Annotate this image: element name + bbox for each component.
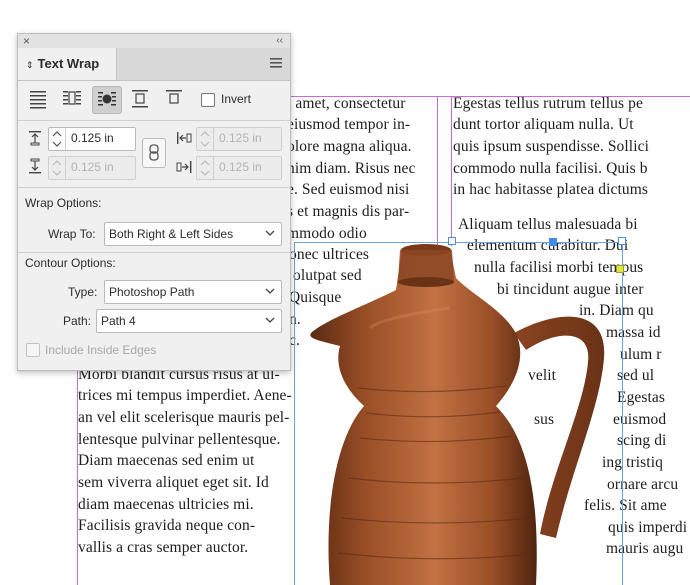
wrap-options-heading: Wrap Options: — [25, 196, 102, 210]
text-line: an vel elit scelerisque mauris pel- — [78, 409, 290, 426]
panel-title: Text Wrap — [37, 56, 100, 71]
jump-object-icon — [132, 90, 148, 108]
tab-text-wrap[interactable]: ⇕ Text Wrap — [18, 48, 117, 80]
text-line: Diam maecenas sed enim ut — [78, 452, 255, 469]
text-line: nim diam. Risus nec — [287, 160, 416, 177]
chevron-down-icon — [265, 317, 275, 323]
path-label: Path: — [63, 314, 92, 328]
text-line: diam maecenas ultricies mi. — [78, 496, 254, 513]
type-label: Type: — [68, 285, 98, 299]
top-offset-value: 0.125 in — [71, 131, 114, 145]
text-line: e. Sed euismod nisi — [287, 181, 410, 198]
wrap-object-shape-icon — [98, 92, 116, 106]
bottom-offset-field[interactable]: 0.125 in — [48, 156, 136, 180]
text-line: commodo nulla facilisi. Quis b — [453, 160, 648, 177]
include-inside-edges-checkbox[interactable] — [26, 343, 40, 357]
wrap-mode-buttons: Invert — [24, 86, 284, 114]
collapse-icon[interactable]: ‹‹ — [276, 34, 283, 48]
stepper-chevrons-icon — [52, 160, 62, 176]
top-offset-field[interactable]: 0.125 in — [48, 127, 136, 151]
text-line: s et magnis dis par- — [287, 203, 410, 220]
wrap-to-label: Wrap To: — [48, 227, 96, 241]
invert-checkbox[interactable] — [201, 93, 215, 107]
no-wrap-button[interactable] — [24, 86, 52, 112]
jug-image — [310, 244, 605, 585]
text-line: trices mi tempus imperdiet. Aene- — [78, 387, 292, 404]
contour-type-value: Photoshop Path — [109, 285, 195, 299]
bottom-offset-stepper[interactable] — [49, 157, 66, 179]
chevron-down-icon — [265, 230, 275, 236]
contour-options-heading: Contour Options: — [25, 256, 116, 270]
contour-type-dropdown[interactable]: Photoshop Path — [104, 280, 282, 304]
panel-tab-row: ⇕ Text Wrap — [18, 48, 290, 81]
left-offset-value: 0.125 in — [219, 131, 262, 145]
text-wrap-panel: × ‹‹ ⇕ Text Wrap Invert 0.125 in 0.125 i… — [17, 33, 291, 371]
jump-to-next-column-icon — [166, 90, 182, 104]
right-offset-value: 0.125 in — [219, 160, 262, 174]
text-line: eiusmod tempor in- — [287, 116, 411, 133]
jump-object-button[interactable] — [126, 86, 154, 112]
text-line: dunt tortor aliquam nulla. Ut — [453, 116, 634, 133]
divider — [18, 187, 290, 188]
chain-link-icon — [149, 144, 159, 161]
panel-top-bar: × ‹‹ — [18, 34, 290, 48]
text-line: vallis a cras semper auctor. — [78, 539, 249, 556]
jump-to-next-column-button[interactable] — [160, 86, 188, 112]
stepper-chevrons-icon — [200, 131, 210, 147]
invert-label: Invert — [221, 92, 252, 106]
text-line: lentesque pulvinar pellentesque. — [78, 431, 281, 448]
wrap-to-value: Both Right & Left Sides — [109, 227, 234, 241]
text-line: sem viverra aliquet eget sit. Id — [78, 474, 269, 491]
close-icon[interactable]: × — [23, 34, 30, 48]
stepper-chevrons-icon — [52, 131, 62, 147]
sort-arrows-icon: ⇕ — [26, 60, 34, 70]
text-line: t amet, consectetur — [287, 95, 406, 112]
text-line: Aliquam tellus malesuada bi — [458, 216, 638, 233]
no-wrap-icon — [30, 91, 46, 109]
divider — [18, 252, 290, 253]
make-all-settings-same-button[interactable] — [142, 138, 166, 168]
wrap-object-shape-button[interactable] — [92, 86, 122, 114]
top-offset-stepper[interactable] — [49, 128, 66, 150]
column-guide-mid — [437, 96, 438, 246]
wrap-to-dropdown[interactable]: Both Right & Left Sides — [104, 222, 282, 246]
bottom-offset-value: 0.125 in — [71, 160, 114, 174]
include-inside-edges-label: Include Inside Edges — [45, 343, 157, 357]
stepper-chevrons-icon — [200, 160, 210, 176]
left-offset-stepper[interactable] — [197, 128, 214, 150]
left-offset-icon — [177, 132, 192, 144]
text-line: Facilisis gravida neque con- — [78, 517, 256, 534]
text-line: Egestas tellus rutrum tellus pe — [453, 95, 643, 112]
divider — [18, 120, 290, 121]
right-offset-field[interactable]: 0.125 in — [196, 156, 282, 180]
wrap-bounding-box-button[interactable] — [58, 86, 86, 112]
bottom-offset-icon — [29, 158, 41, 174]
path-value: Path 4 — [101, 314, 136, 328]
left-offset-field[interactable]: 0.125 in — [196, 127, 282, 151]
right-offset-icon — [176, 161, 192, 173]
text-line: quis ipsum suspendisse. Sollici — [453, 138, 650, 155]
top-offset-icon — [29, 131, 41, 146]
text-line: olore magna aliqua. — [287, 138, 412, 155]
column-guide-mid-2 — [451, 96, 452, 246]
panel-menu-icon[interactable] — [270, 58, 282, 68]
chevron-down-icon — [265, 288, 275, 294]
right-offset-stepper[interactable] — [197, 157, 214, 179]
wrap-bounding-box-icon — [63, 91, 81, 105]
path-dropdown[interactable]: Path 4 — [96, 309, 282, 333]
text-line: in hac habitasse platea dictums — [453, 181, 649, 198]
